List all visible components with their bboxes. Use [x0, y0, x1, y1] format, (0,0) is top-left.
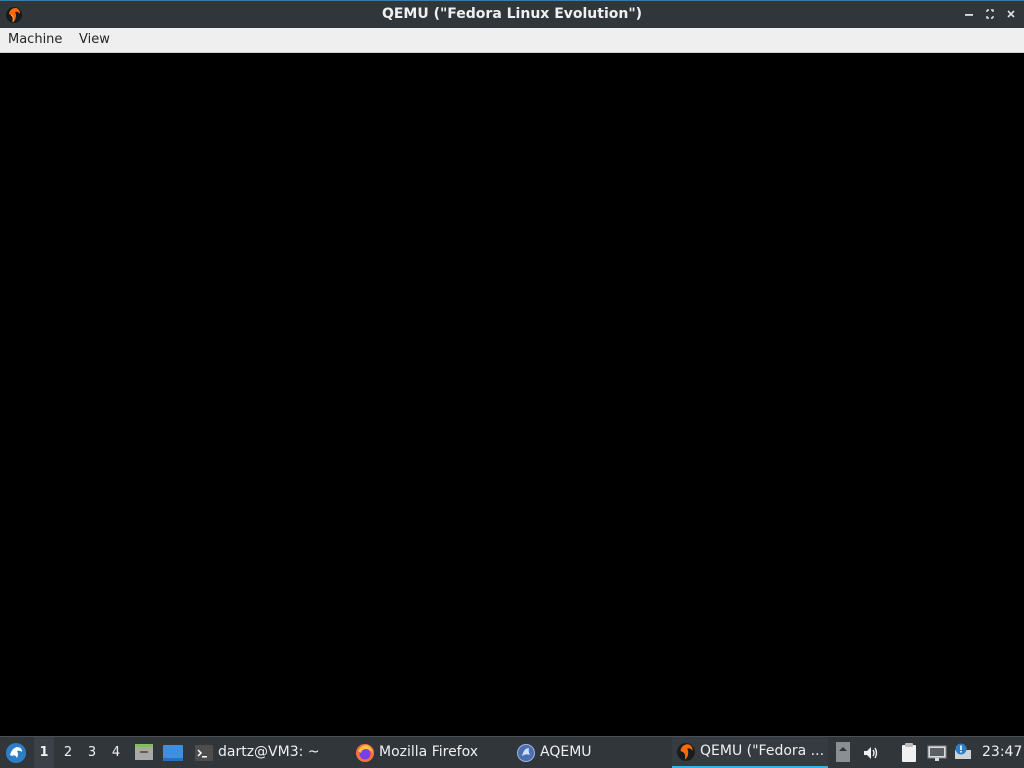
task-label: AQEMU [540, 744, 592, 760]
qemu-icon [677, 742, 695, 761]
clock[interactable]: 23:47 [982, 737, 1022, 768]
clipboard-icon[interactable] [899, 742, 919, 764]
menu-bar: Machine View [0, 28, 1024, 53]
task-label: dartz@VM3: ~ [218, 744, 320, 760]
vm-display[interactable] [0, 53, 1024, 736]
window-title: QEMU ("Fedora Linux Evolution") [381, 6, 643, 22]
taskbar: 1 2 3 4 dartz@VM3: ~ Mozilla Firefox AQE… [0, 736, 1024, 768]
update-notifier-icon[interactable] [953, 742, 973, 762]
task-aqemu[interactable]: AQEMU [516, 737, 666, 768]
task-label: Mozilla Firefox [379, 744, 479, 760]
restore-icon[interactable] [983, 7, 997, 21]
tray-scroll-arrow[interactable] [836, 742, 850, 762]
task-label: QEMU ("Fedora ... [700, 743, 825, 759]
show-desktop-icon[interactable] [162, 744, 184, 762]
task-firefox[interactable]: Mozilla Firefox [355, 737, 505, 768]
menu-view[interactable]: View [71, 28, 118, 52]
menu-machine[interactable]: Machine [0, 28, 70, 52]
desktop-2[interactable]: 2 [58, 737, 78, 768]
terminal-icon [195, 744, 213, 761]
close-icon[interactable] [1004, 7, 1018, 21]
task-qemu[interactable]: QEMU ("Fedora ... [672, 737, 828, 768]
desktop-4[interactable]: 4 [106, 737, 126, 768]
window-titlebar[interactable]: QEMU ("Fedora Linux Evolution") [0, 0, 1024, 28]
desktop-1[interactable]: 1 [34, 737, 54, 768]
aqemu-icon [517, 743, 535, 762]
minimize-icon[interactable] [962, 7, 976, 21]
file-manager-icon[interactable] [134, 742, 154, 762]
network-icon[interactable] [927, 744, 947, 762]
task-terminal[interactable]: dartz@VM3: ~ [194, 737, 344, 768]
start-menu-icon[interactable] [4, 741, 28, 765]
desktop-3[interactable]: 3 [82, 737, 102, 768]
volume-icon[interactable] [862, 744, 880, 762]
firefox-icon [356, 743, 374, 762]
